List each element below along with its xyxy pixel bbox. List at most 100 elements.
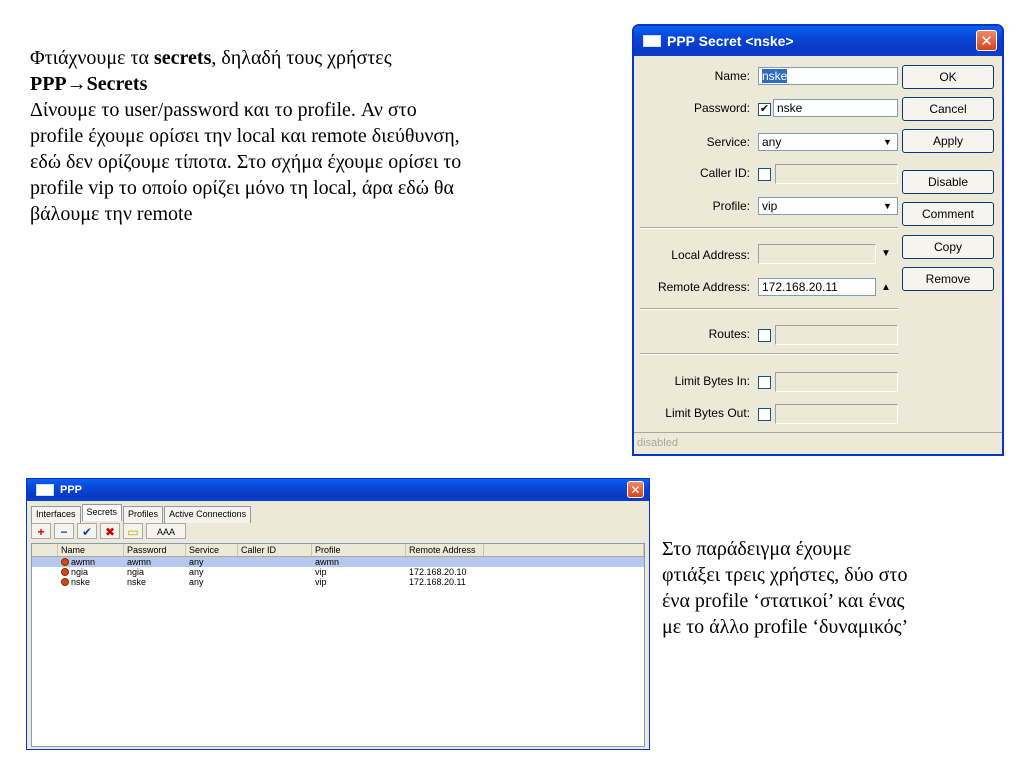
password-checkbox[interactable]: ✔ xyxy=(758,103,771,116)
user-icon xyxy=(61,558,69,566)
comment-button[interactable]: Comment xyxy=(902,202,994,226)
separator xyxy=(640,308,898,310)
table-row[interactable]: nske nske any vip 172.168.20.11 xyxy=(32,577,644,587)
cell-remote-address: 172.168.20.10 xyxy=(409,567,467,577)
caller-id-checkbox[interactable] xyxy=(758,168,771,181)
service-select[interactable]: any ▼ xyxy=(758,133,898,151)
caller-id-label: Caller ID: xyxy=(699,166,750,180)
cell-name: nske xyxy=(58,577,124,587)
cell-profile: vip xyxy=(315,577,327,587)
limit-bytes-out-checkbox[interactable] xyxy=(758,408,771,421)
cell-name: awmn xyxy=(58,557,124,567)
ppp-toolbar: + − ✔ ✖ ▭ AAA xyxy=(31,523,186,539)
service-value: any xyxy=(762,135,782,149)
chevron-down-icon[interactable]: ▼ xyxy=(880,135,895,149)
remove-icon[interactable]: − xyxy=(54,523,74,539)
dialog-close-button[interactable]: ✕ xyxy=(976,30,997,51)
top-line-4: profile έχουμε ορίσει την local και remo… xyxy=(30,125,460,147)
name-label: Name: xyxy=(714,69,750,83)
ppp-titlebar[interactable]: PPP ✕ xyxy=(27,479,649,501)
local-address-label: Local Address: xyxy=(671,248,750,262)
column-header-profile[interactable]: Profile xyxy=(312,544,406,556)
cell-name: ngia xyxy=(58,567,124,577)
filter-button[interactable]: AAA xyxy=(146,523,186,539)
cell-name-text: awmn xyxy=(71,557,96,567)
disable-button[interactable]: Disable xyxy=(902,170,994,194)
top-line-1-prefix: Φτιάχνουμε τα xyxy=(30,47,154,69)
limit-bytes-out-field[interactable] xyxy=(775,404,898,424)
limit-bytes-in-field[interactable] xyxy=(775,372,898,392)
row-spacer xyxy=(32,577,58,587)
dialog-title: PPP Secret <nske> xyxy=(667,33,794,49)
cell-profile: awmn xyxy=(315,557,340,567)
status-bar: disabled xyxy=(634,432,1002,452)
limit-bytes-out-label: Limit Bytes Out: xyxy=(665,406,750,420)
ok-button[interactable]: OK xyxy=(902,65,994,89)
bottom-line-1: Στο παράδειγμα έχουμε xyxy=(662,538,852,560)
cell-name-text: ngia xyxy=(71,567,89,577)
column-header-remote-address[interactable]: Remote Address xyxy=(406,544,484,556)
add-icon[interactable]: + xyxy=(31,523,51,539)
routes-field[interactable] xyxy=(775,325,898,345)
user-icon xyxy=(61,568,69,576)
cell-password: awmn xyxy=(127,557,152,567)
remote-address-input[interactable]: 172.168.20.11 xyxy=(758,278,876,296)
table-row[interactable]: awmn awmn any awmn xyxy=(32,557,644,567)
limit-bytes-in-checkbox[interactable] xyxy=(758,376,771,389)
cell-profile: vip xyxy=(315,567,327,577)
cancel-button[interactable]: Cancel xyxy=(902,97,994,121)
caller-id-field[interactable] xyxy=(775,164,898,184)
password-label: Password: xyxy=(693,101,750,115)
routes-checkbox[interactable] xyxy=(758,329,771,342)
top-line-1-suffix: , δηλαδή τους χρήστες xyxy=(211,47,392,69)
local-address-field[interactable] xyxy=(758,244,876,264)
remove-button[interactable]: Remove xyxy=(902,267,994,291)
top-line-1-bold: secrets xyxy=(153,47,212,69)
row-spacer xyxy=(32,557,58,567)
apply-button[interactable]: Apply xyxy=(902,129,994,153)
cell-password: ngia xyxy=(127,567,145,577)
separator xyxy=(640,353,898,355)
ppp-title: PPP xyxy=(60,484,83,496)
service-label: Service: xyxy=(706,135,750,149)
column-header-filler xyxy=(484,544,644,556)
column-header-service[interactable]: Service xyxy=(186,544,238,556)
profile-select[interactable]: vip ▼ xyxy=(758,197,898,215)
tab-active-connections[interactable]: Active Connections xyxy=(164,506,252,523)
table-row[interactable]: ngia ngia any vip 172.168.20.10 xyxy=(32,567,644,577)
column-header-password[interactable]: Password xyxy=(124,544,186,556)
top-line-3: Δίνουμε το user/password και το profile.… xyxy=(30,99,417,121)
window-icon xyxy=(36,484,54,496)
disable-icon[interactable]: ✖ xyxy=(100,523,120,539)
column-header-caller-id[interactable]: Caller ID xyxy=(238,544,312,556)
top-line-7: βάλουμε την remote xyxy=(30,203,193,225)
tab-secrets[interactable]: Secrets xyxy=(81,504,123,521)
ppp-close-button[interactable]: ✕ xyxy=(627,481,644,498)
cell-caller-id xyxy=(238,567,312,577)
user-icon xyxy=(61,578,69,586)
ppp-secret-dialog: PPP Secret <nske> ✕ Name: nske Password:… xyxy=(632,24,1004,456)
comment-icon[interactable]: ▭ xyxy=(123,523,143,539)
tab-interfaces[interactable]: Interfaces xyxy=(31,506,81,523)
name-input[interactable]: nske xyxy=(758,67,898,85)
password-input[interactable]: nske xyxy=(773,99,898,117)
tab-profiles[interactable]: Profiles xyxy=(123,506,164,523)
expand-down-icon[interactable]: ▼ xyxy=(881,248,891,259)
name-value: nske xyxy=(762,69,788,83)
cell-service: any xyxy=(189,577,204,587)
window-icon xyxy=(643,35,661,47)
bottom-description: Στο παράδειγμα έχουμε φτιάξει τρεις χρήσ… xyxy=(662,536,1002,640)
top-description: Φτιάχνουμε τα secrets, δηλαδή τους χρήστ… xyxy=(30,45,600,227)
chevron-down-icon[interactable]: ▼ xyxy=(880,199,895,213)
separator xyxy=(640,227,898,229)
column-header-name[interactable]: Name xyxy=(58,544,124,556)
dialog-body: Name: nske Password: ✔ nske Service: any… xyxy=(634,56,1002,452)
row-spacer xyxy=(32,567,58,577)
dialog-titlebar[interactable]: PPP Secret <nske> ✕ xyxy=(634,26,1002,56)
collapse-up-icon[interactable]: ▲ xyxy=(881,282,891,293)
cell-password: nske xyxy=(127,577,147,587)
enable-icon[interactable]: ✔ xyxy=(77,523,97,539)
profile-label: Profile: xyxy=(712,199,750,213)
copy-button[interactable]: Copy xyxy=(902,235,994,259)
routes-label: Routes: xyxy=(708,327,750,341)
